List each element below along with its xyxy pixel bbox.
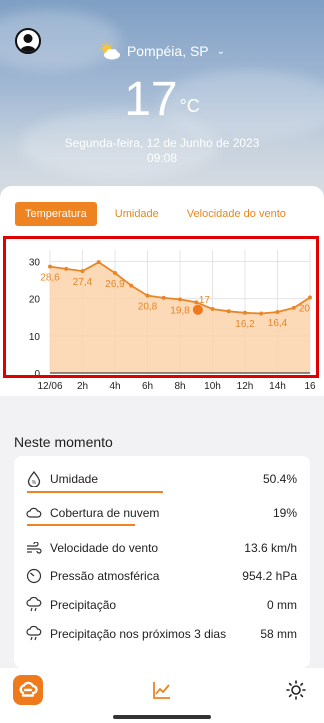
umidade-underline	[27, 491, 163, 493]
data-label: 20	[299, 304, 311, 315]
current-date: Segunda-feira, 12 de Junho de 2023	[64, 136, 260, 150]
temperature-point	[161, 295, 166, 300]
temperature-point	[80, 269, 85, 274]
tab-umidade[interactable]: Umidade	[105, 202, 169, 226]
temperature-point	[291, 305, 296, 310]
data-label: 20,8	[138, 302, 158, 313]
temperature-point	[243, 310, 247, 315]
temperature-point	[129, 283, 134, 288]
y-tick-label: 0	[34, 369, 40, 380]
cloud-icon	[26, 505, 42, 521]
now-section-title: Neste momento	[14, 434, 113, 450]
chart-icon[interactable]	[152, 680, 172, 705]
y-tick-label: 20	[29, 295, 41, 306]
data-label: 27,4	[73, 277, 93, 288]
now-card: % Umidade 50.4% Cobertura de nuvem 19% V…	[14, 456, 310, 668]
x-tick-label: 10h	[204, 381, 221, 392]
data-label: 28,6	[40, 273, 60, 284]
now-item-label: Pressão atmosférica	[50, 569, 160, 583]
x-tick-label: 12/06	[37, 381, 62, 392]
temperature-unit: °C	[179, 96, 200, 116]
y-tick-label: 10	[29, 332, 41, 343]
data-label: 17	[199, 295, 211, 306]
current-time: 09:08	[146, 151, 178, 165]
now-item-vento: Velocidade do vento 13.6 km/h	[14, 537, 310, 559]
data-label: 16,4	[268, 318, 288, 329]
app-logo-icon[interactable]	[13, 675, 43, 705]
temperature-point	[48, 264, 52, 269]
temperature-point	[178, 297, 182, 302]
temperature-point	[226, 309, 231, 314]
data-label: 19,8	[170, 305, 190, 316]
now-item-value: 50.4%	[262, 472, 297, 486]
temperature-point	[96, 260, 101, 265]
x-tick-label: 4h	[109, 381, 120, 392]
cobertura-underline	[27, 524, 135, 526]
now-item-umidade: % Umidade 50.4%	[14, 468, 310, 490]
data-label: 16,2	[235, 319, 255, 330]
now-item-cobertura: Cobertura de nuvem 19%	[14, 502, 310, 524]
svg-text:%: %	[32, 480, 37, 486]
humidity-drop-icon: %	[26, 471, 42, 487]
rain-cloud-icon	[26, 597, 42, 613]
now-item-label: Umidade	[50, 472, 99, 486]
tab-temperatura[interactable]: Temperatura	[15, 202, 97, 226]
now-item-precipitacao-3-dias: Precipitação nos próximos 3 dias 58 mm	[14, 623, 310, 645]
now-item-value: 19%	[272, 506, 297, 520]
x-tick-label: 2h	[77, 381, 88, 392]
sun-icon[interactable]	[286, 680, 306, 705]
wind-icon	[26, 540, 42, 556]
temperature-point	[275, 310, 280, 315]
tab-velocidade-do-vento[interactable]: Velocidade do vento	[177, 202, 296, 226]
temperature-point	[64, 266, 69, 271]
gauge-icon	[26, 568, 42, 584]
temperature-point	[259, 311, 264, 316]
now-item-value: 0 mm	[267, 598, 297, 612]
now-item-pressao: Pressão atmosférica 954.2 hPa	[14, 565, 310, 587]
now-item-label: Cobertura de nuvem	[50, 506, 160, 520]
temperature-point	[194, 300, 199, 305]
y-tick-label: 30	[29, 257, 41, 268]
current-time-marker	[192, 304, 203, 315]
temperature-point	[308, 295, 312, 300]
temperature-chart[interactable]: 0 10 20 30 12/06 2h 4h 6h 8h 10h 12h 14h 16 28,6 27,4 2…	[0, 236, 324, 396]
temperature-point	[145, 293, 150, 298]
now-item-label: Velocidade do vento	[50, 541, 159, 555]
rain-cloud-icon	[26, 626, 42, 642]
now-item-label: Precipitação	[50, 598, 117, 612]
now-item-label: Precipitação nos próximos 3 dias	[50, 627, 227, 641]
data-label: 26,9	[105, 279, 125, 290]
location-selector[interactable]: Pompéia, SP ⌄	[0, 42, 324, 60]
x-tick-label: 8h	[174, 381, 185, 392]
current-temperature: 17 °C	[0, 72, 324, 128]
home-indicator[interactable]	[113, 715, 211, 719]
chevron-down-icon: ⌄	[216, 45, 226, 57]
chart-tabs: Temperatura Umidade Velocidade do vento	[15, 202, 296, 226]
x-tick-label: 12h	[237, 381, 254, 392]
now-item-value: 954.2 hPa	[242, 569, 297, 583]
temperature-value: 17	[124, 73, 178, 126]
temperature-point	[113, 270, 117, 275]
now-item-value: 13.6 km/h	[244, 541, 297, 555]
x-tick-label: 16	[304, 381, 316, 392]
now-item-precipitacao: Precipitação 0 mm	[14, 594, 310, 616]
now-item-value: 58 mm	[260, 627, 297, 641]
temperature-point	[210, 307, 215, 312]
partly-cloudy-icon	[99, 42, 120, 60]
location-name: Pompéia, SP	[126, 43, 209, 59]
x-tick-label: 14h	[269, 381, 286, 392]
x-tick-label: 6h	[142, 381, 153, 392]
